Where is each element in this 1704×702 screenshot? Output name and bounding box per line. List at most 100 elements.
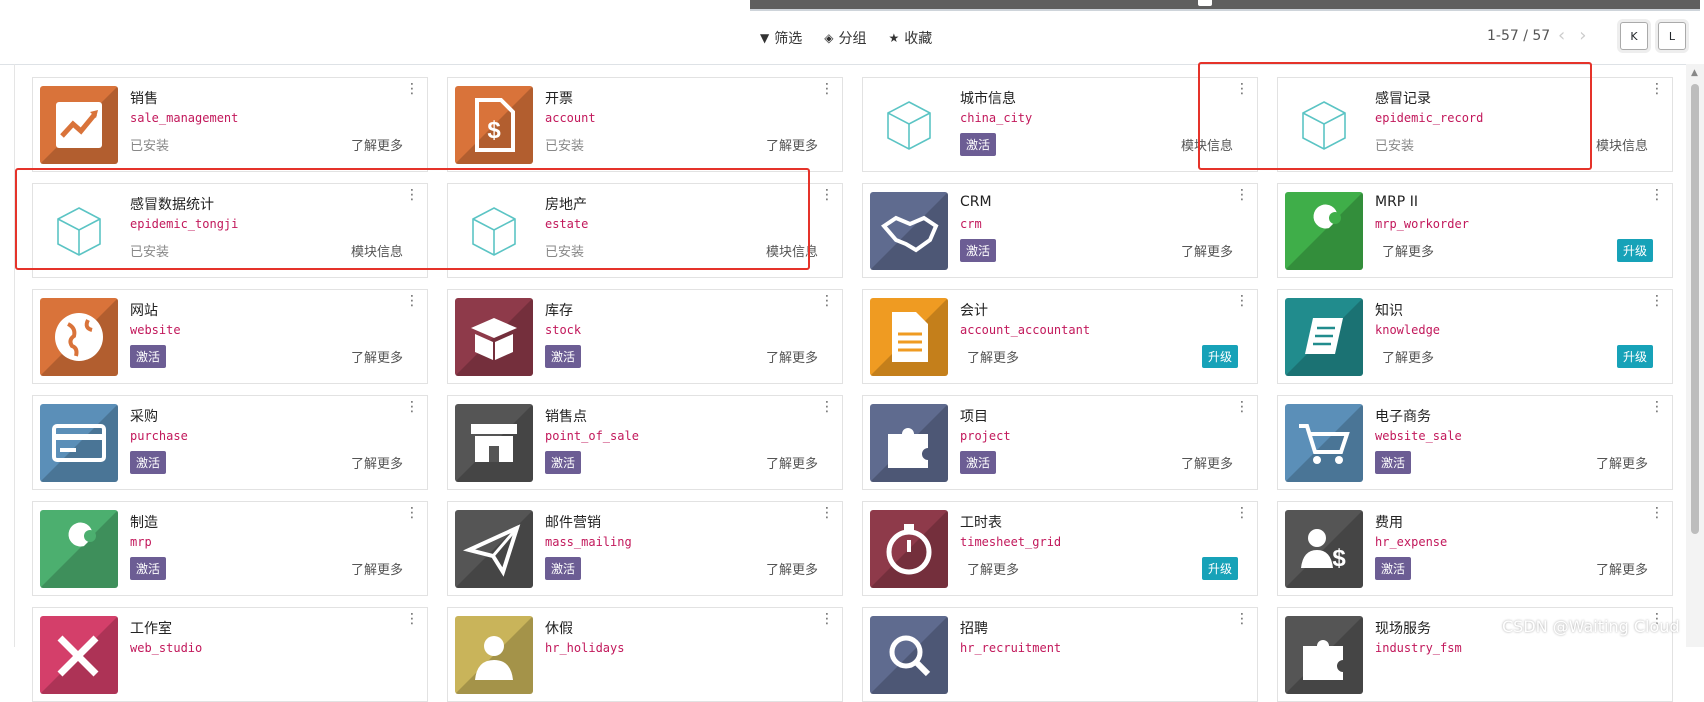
more-options-icon[interactable]: ⋮ xyxy=(820,294,834,308)
module-name: 销售 xyxy=(130,91,158,107)
control-panel: ▼ 筛选 ◈ 分组 ★ 收藏 1-57 / 57 ‹› K L xyxy=(0,0,1704,65)
learn-more-link[interactable]: 了解更多 xyxy=(967,347,1019,366)
activate-button[interactable]: 激活 xyxy=(1375,451,1412,474)
module-info-link[interactable]: 模块信息 xyxy=(766,241,818,260)
module-card[interactable]: MRP II mrp_workorder 了解更多 升级 ⋮ xyxy=(1277,183,1673,278)
more-options-icon[interactable]: ⋮ xyxy=(820,82,834,96)
module-info-link[interactable]: 模块信息 xyxy=(1181,135,1233,154)
more-options-icon[interactable]: ⋮ xyxy=(405,188,419,202)
more-options-icon[interactable]: ⋮ xyxy=(405,506,419,520)
activate-button[interactable]: 激活 xyxy=(130,557,167,580)
module-card[interactable]: 招聘 hr_recruitment ⋮ xyxy=(862,607,1258,702)
kanban-view-button[interactable]: K xyxy=(1620,22,1648,50)
vertical-scrollbar[interactable]: ▲ xyxy=(1686,64,1704,647)
activate-button[interactable]: 激活 xyxy=(545,345,582,368)
more-options-icon[interactable]: ⋮ xyxy=(1235,506,1249,520)
more-options-icon[interactable]: ⋮ xyxy=(405,400,419,414)
learn-more-link[interactable]: 了解更多 xyxy=(351,347,403,366)
pager-next-icon[interactable]: › xyxy=(1579,25,1600,46)
more-options-icon[interactable]: ⋮ xyxy=(405,294,419,308)
pager-value[interactable]: 1-57 / 57 xyxy=(1487,28,1550,44)
pager-arrows: ‹› xyxy=(1558,25,1600,46)
more-options-icon[interactable]: ⋮ xyxy=(1235,612,1249,626)
learn-more-link[interactable]: 了解更多 xyxy=(1596,453,1648,472)
search-bar[interactable] xyxy=(750,0,1700,11)
activate-button[interactable]: 激活 xyxy=(130,345,167,368)
learn-more-link[interactable]: 了解更多 xyxy=(967,559,1019,578)
module-card[interactable]: 销售点 point_of_sale 激活 了解更多 ⋮ xyxy=(447,395,843,490)
module-name: 费用 xyxy=(1375,515,1403,531)
learn-more-link[interactable]: 了解更多 xyxy=(766,559,818,578)
more-options-icon[interactable]: ⋮ xyxy=(820,612,834,626)
left-gutter xyxy=(14,64,15,647)
upgrade-button[interactable]: 升级 xyxy=(1202,345,1239,368)
activate-button[interactable]: 激活 xyxy=(130,451,167,474)
module-card[interactable]: $ 开票 account 已安装 了解更多 ⋮ xyxy=(447,77,843,172)
module-card[interactable]: 休假 hr_holidays ⋮ xyxy=(447,607,843,702)
module-info-link[interactable]: 模块信息 xyxy=(351,241,403,260)
module-technical-name: account_accountant xyxy=(960,323,1091,337)
activate-button[interactable]: 激活 xyxy=(545,557,582,580)
module-card[interactable]: 网站 website 激活 了解更多 ⋮ xyxy=(32,289,428,384)
learn-more-link[interactable]: 了解更多 xyxy=(1596,559,1648,578)
upgrade-button[interactable]: 升级 xyxy=(1202,557,1239,580)
more-options-icon[interactable]: ⋮ xyxy=(1235,82,1249,96)
activate-button[interactable]: 激活 xyxy=(545,451,582,474)
learn-more-link[interactable]: 了解更多 xyxy=(766,347,818,366)
more-options-icon[interactable]: ⋮ xyxy=(1235,294,1249,308)
favorites-button[interactable]: ★ 收藏 xyxy=(888,28,932,48)
more-options-icon[interactable]: ⋮ xyxy=(820,506,834,520)
more-options-icon[interactable]: ⋮ xyxy=(1650,400,1664,414)
module-card[interactable]: 工时表 timesheet_grid 了解更多 升级 ⋮ xyxy=(862,501,1258,596)
learn-more-link[interactable]: 了解更多 xyxy=(1382,347,1434,366)
module-card[interactable]: 电子商务 website_sale 激活 了解更多 ⋮ xyxy=(1277,395,1673,490)
module-card[interactable]: 感冒记录 epidemic_record 已安装 模块信息 ⋮ xyxy=(1277,77,1673,172)
module-card[interactable]: 感冒数据统计 epidemic_tongji 已安装 模块信息 ⋮ xyxy=(32,183,428,278)
scroll-up-icon[interactable]: ▲ xyxy=(1691,68,1698,78)
more-options-icon[interactable]: ⋮ xyxy=(1235,400,1249,414)
list-view-button[interactable]: L xyxy=(1658,22,1686,50)
module-card[interactable]: $ 费用 hr_expense 激活 了解更多 ⋮ xyxy=(1277,501,1673,596)
learn-more-link[interactable]: 了解更多 xyxy=(351,135,403,154)
learn-more-link[interactable]: 了解更多 xyxy=(1181,453,1233,472)
learn-more-link[interactable]: 了解更多 xyxy=(766,135,818,154)
learn-more-link[interactable]: 了解更多 xyxy=(766,453,818,472)
learn-more-link[interactable]: 了解更多 xyxy=(1382,241,1434,260)
more-options-icon[interactable]: ⋮ xyxy=(1650,294,1664,308)
more-options-icon[interactable]: ⋮ xyxy=(1650,82,1664,96)
module-card[interactable]: 制造 mrp 激活 了解更多 ⋮ xyxy=(32,501,428,596)
more-options-icon[interactable]: ⋮ xyxy=(1235,188,1249,202)
more-options-icon[interactable]: ⋮ xyxy=(820,400,834,414)
module-card[interactable]: 知识 knowledge 了解更多 升级 ⋮ xyxy=(1277,289,1673,384)
learn-more-link[interactable]: 了解更多 xyxy=(351,453,403,472)
module-card[interactable]: 会计 account_accountant 了解更多 升级 ⋮ xyxy=(862,289,1258,384)
filters-button[interactable]: ▼ 筛选 xyxy=(760,28,802,48)
activate-button[interactable]: 激活 xyxy=(960,239,997,262)
module-card[interactable]: 销售 sale_management 已安装 了解更多 ⋮ xyxy=(32,77,428,172)
upgrade-button[interactable]: 升级 xyxy=(1617,239,1654,262)
more-options-icon[interactable]: ⋮ xyxy=(1650,188,1664,202)
group-by-button[interactable]: ◈ 分组 xyxy=(824,28,866,48)
clear-search-icon[interactable] xyxy=(1198,0,1212,6)
more-options-icon[interactable]: ⋮ xyxy=(405,612,419,626)
scrollbar-thumb[interactable] xyxy=(1691,84,1699,534)
learn-more-link[interactable]: 了解更多 xyxy=(351,559,403,578)
module-info-link[interactable]: 模块信息 xyxy=(1596,135,1648,154)
upgrade-button[interactable]: 升级 xyxy=(1617,345,1654,368)
more-options-icon[interactable]: ⋮ xyxy=(405,82,419,96)
activate-button[interactable]: 激活 xyxy=(1375,557,1412,580)
module-card[interactable]: 项目 project 激活 了解更多 ⋮ xyxy=(862,395,1258,490)
activate-button[interactable]: 激活 xyxy=(960,133,997,156)
more-options-icon[interactable]: ⋮ xyxy=(820,188,834,202)
pager-previous-icon[interactable]: ‹ xyxy=(1558,25,1579,46)
module-card[interactable]: 工作室 web_studio ⋮ xyxy=(32,607,428,702)
module-card[interactable]: 邮件营销 mass_mailing 激活 了解更多 ⋮ xyxy=(447,501,843,596)
module-card[interactable]: 房地产 estate 已安装 模块信息 ⋮ xyxy=(447,183,843,278)
module-card[interactable]: 城市信息 china_city 激活 模块信息 ⋮ xyxy=(862,77,1258,172)
module-card[interactable]: 库存 stock 激活 了解更多 ⋮ xyxy=(447,289,843,384)
activate-button[interactable]: 激活 xyxy=(960,451,997,474)
learn-more-link[interactable]: 了解更多 xyxy=(1181,241,1233,260)
module-card[interactable]: 采购 purchase 激活 了解更多 ⋮ xyxy=(32,395,428,490)
module-card[interactable]: CRM crm 激活 了解更多 ⋮ xyxy=(862,183,1258,278)
more-options-icon[interactable]: ⋮ xyxy=(1650,506,1664,520)
